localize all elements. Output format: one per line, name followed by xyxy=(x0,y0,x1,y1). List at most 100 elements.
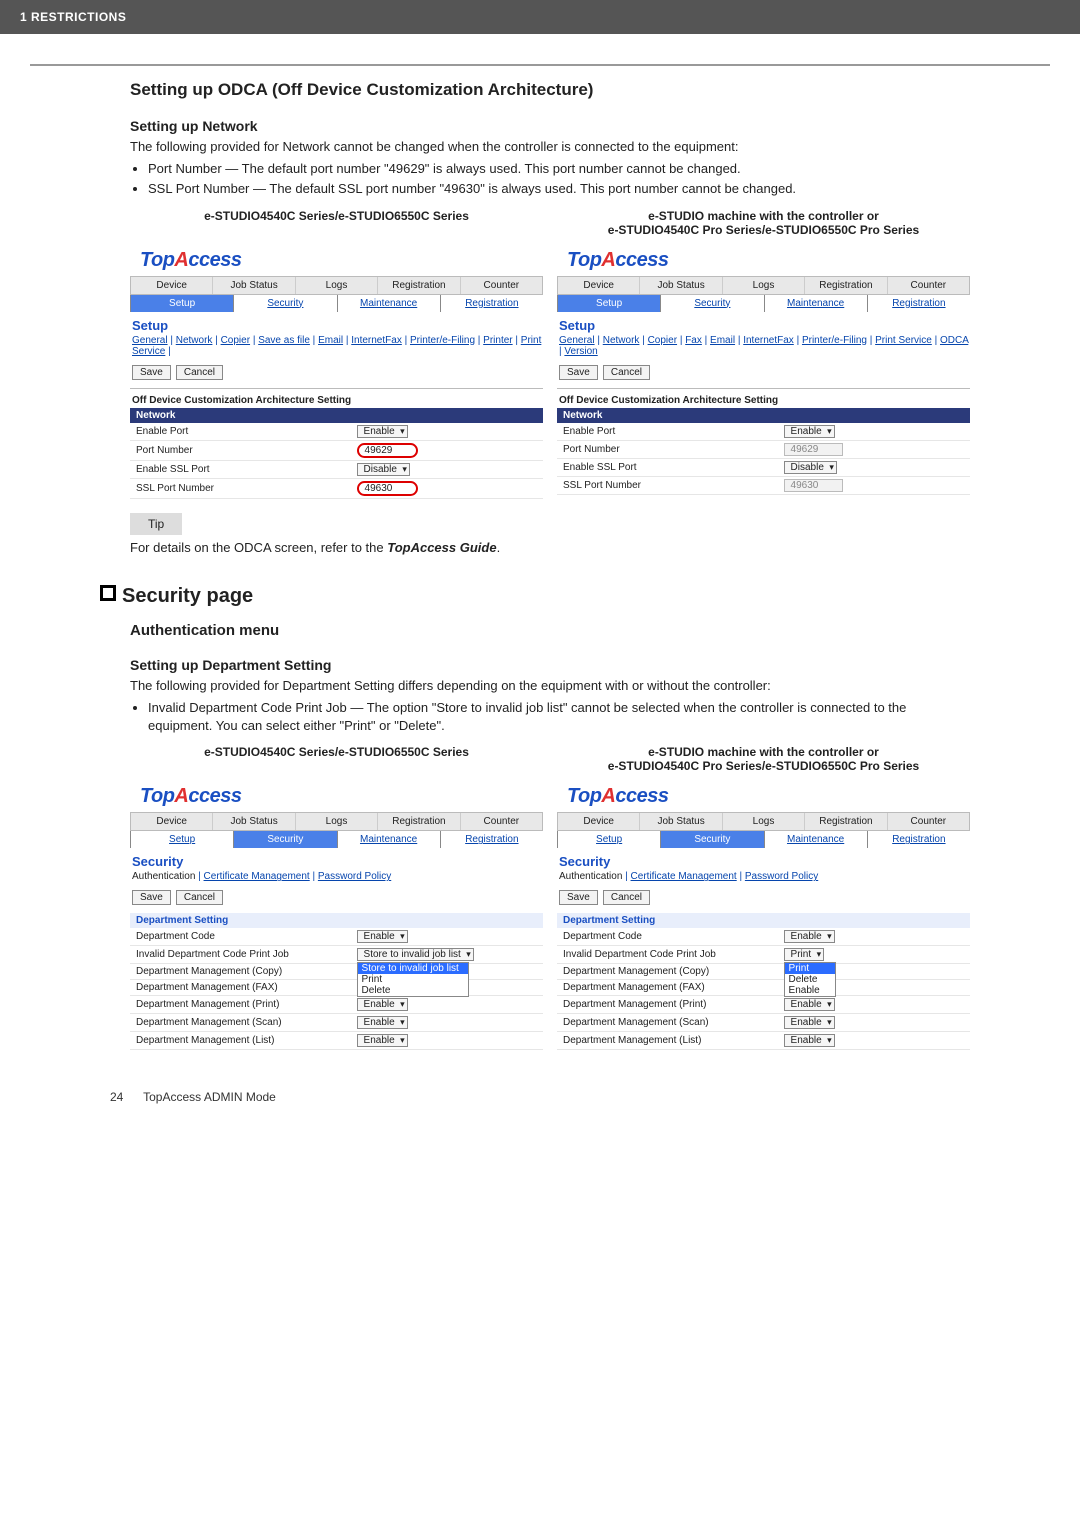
tab-device[interactable]: Device xyxy=(131,813,213,830)
link-fax[interactable]: Fax xyxy=(685,335,702,346)
enable-port-dropdown[interactable]: Enable xyxy=(784,425,835,438)
cancel-button[interactable]: Cancel xyxy=(176,890,223,905)
dept-print-dropdown[interactable]: Enable xyxy=(357,998,408,1011)
link-cert-mgmt[interactable]: Certificate Management xyxy=(631,871,737,882)
subtab-maintenance[interactable]: Maintenance xyxy=(337,295,440,312)
cancel-button[interactable]: Cancel xyxy=(603,890,650,905)
link-copier[interactable]: Copier xyxy=(221,335,250,346)
link-internetfax[interactable]: InternetFax xyxy=(351,335,402,346)
tab-counter[interactable]: Counter xyxy=(461,277,542,294)
link-general[interactable]: General xyxy=(559,335,595,346)
link-cert-mgmt[interactable]: Certificate Management xyxy=(204,871,310,882)
opt-print[interactable]: Print xyxy=(785,963,835,974)
sub-tabs: Setup Security Maintenance Registration xyxy=(557,295,970,312)
enable-port-dropdown[interactable]: Enable xyxy=(357,425,408,438)
link-network[interactable]: Network xyxy=(176,335,213,346)
dept-scan-dropdown[interactable]: Enable xyxy=(784,1016,835,1029)
tab-counter[interactable]: Counter xyxy=(461,813,542,830)
subtab-maintenance[interactable]: Maintenance xyxy=(337,831,440,848)
subtab-setup[interactable]: Setup xyxy=(130,295,233,312)
link-printer[interactable]: Printer xyxy=(483,335,512,346)
row-dept-mgmt-scan: Department Management (Scan) Enable xyxy=(130,1014,543,1032)
topaccess-logo: TopAccess xyxy=(130,245,543,276)
tab-jobstatus[interactable]: Job Status xyxy=(640,813,722,830)
row-dept-mgmt-print: Department Management (Print) Enable xyxy=(557,996,970,1014)
opt-enable[interactable]: Enable xyxy=(785,985,835,996)
link-printservice[interactable]: Print Service xyxy=(875,335,932,346)
tab-registration[interactable]: Registration xyxy=(378,277,460,294)
tab-counter[interactable]: Counter xyxy=(888,813,969,830)
save-button[interactable]: Save xyxy=(559,365,598,380)
link-version[interactable]: Version xyxy=(564,346,597,357)
link-network[interactable]: Network xyxy=(603,335,640,346)
dept-code-dropdown[interactable]: Enable xyxy=(784,930,835,943)
subtab-security[interactable]: Security xyxy=(233,831,336,848)
tab-jobstatus[interactable]: Job Status xyxy=(640,277,722,294)
tab-device[interactable]: Device xyxy=(558,813,640,830)
opt-store[interactable]: Store to invalid job list xyxy=(358,963,468,974)
link-general[interactable]: General xyxy=(132,335,168,346)
subtab-maintenance[interactable]: Maintenance xyxy=(764,295,867,312)
link-password-policy[interactable]: Password Policy xyxy=(318,871,391,882)
subtab-maintenance[interactable]: Maintenance xyxy=(764,831,867,848)
tab-jobstatus[interactable]: Job Status xyxy=(213,813,295,830)
subtab-security[interactable]: Security xyxy=(660,831,763,848)
dept-list-dropdown[interactable]: Enable xyxy=(357,1034,408,1047)
link-password-policy[interactable]: Password Policy xyxy=(745,871,818,882)
dept-setting-heading: Setting up Department Setting xyxy=(130,657,970,673)
subtab-security[interactable]: Security xyxy=(660,295,763,312)
tab-registration[interactable]: Registration xyxy=(378,813,460,830)
enable-ssl-dropdown[interactable]: Disable xyxy=(784,461,837,474)
subtab-setup[interactable]: Setup xyxy=(557,831,660,848)
subtab-setup[interactable]: Setup xyxy=(557,295,660,312)
tab-logs[interactable]: Logs xyxy=(296,813,378,830)
tab-counter[interactable]: Counter xyxy=(888,277,969,294)
network-band: Network xyxy=(130,408,543,423)
row-dept-mgmt-print: Department Management (Print) Enable xyxy=(130,996,543,1014)
subtab-registration[interactable]: Registration xyxy=(440,831,543,848)
opt-print[interactable]: Print xyxy=(358,974,468,985)
save-button[interactable]: Save xyxy=(559,890,598,905)
link-saveasfile[interactable]: Save as file xyxy=(258,335,310,346)
link-email[interactable]: Email xyxy=(318,335,343,346)
dept-print-dropdown[interactable]: Enable xyxy=(784,998,835,1011)
cancel-button[interactable]: Cancel xyxy=(603,365,650,380)
subtab-security[interactable]: Security xyxy=(233,295,336,312)
save-button[interactable]: Save xyxy=(132,890,171,905)
link-printer-efiling[interactable]: Printer/e-Filing xyxy=(802,335,867,346)
tab-logs[interactable]: Logs xyxy=(723,813,805,830)
tab-device[interactable]: Device xyxy=(131,277,213,294)
opt-delete[interactable]: Delete xyxy=(785,974,835,985)
tab-device[interactable]: Device xyxy=(558,277,640,294)
link-printer-efiling[interactable]: Printer/e-Filing xyxy=(410,335,475,346)
divider xyxy=(30,64,1050,66)
link-copier[interactable]: Copier xyxy=(648,335,677,346)
cancel-button[interactable]: Cancel xyxy=(176,365,223,380)
port-number-field[interactable]: 49629 xyxy=(357,443,418,458)
dept-scan-dropdown[interactable]: Enable xyxy=(357,1016,408,1029)
dept-code-dropdown[interactable]: Enable xyxy=(357,930,408,943)
opt-delete[interactable]: Delete xyxy=(358,985,468,996)
buttons-row: Save Cancel xyxy=(130,363,543,388)
subtab-setup[interactable]: Setup xyxy=(130,831,233,848)
save-button[interactable]: Save xyxy=(132,365,171,380)
ssl-port-field[interactable]: 49630 xyxy=(357,481,418,496)
security-links: Authentication | Certificate Management … xyxy=(557,871,970,888)
tab-logs[interactable]: Logs xyxy=(296,277,378,294)
link-odca[interactable]: ODCA xyxy=(940,335,968,346)
subtab-registration[interactable]: Registration xyxy=(867,831,970,848)
link-internetfax[interactable]: InternetFax xyxy=(743,335,794,346)
invalid-dept-dropdown[interactable]: Store to invalid job list xyxy=(357,948,474,961)
tab-jobstatus[interactable]: Job Status xyxy=(213,277,295,294)
enable-ssl-dropdown[interactable]: Disable xyxy=(357,463,410,476)
subtab-registration[interactable]: Registration xyxy=(440,295,543,312)
odca-setting-heading: Off Device Customization Architecture Se… xyxy=(130,388,543,408)
tab-registration[interactable]: Registration xyxy=(805,277,887,294)
link-authentication: Authentication xyxy=(132,871,195,882)
tab-registration[interactable]: Registration xyxy=(805,813,887,830)
tab-logs[interactable]: Logs xyxy=(723,277,805,294)
dept-list-dropdown[interactable]: Enable xyxy=(784,1034,835,1047)
subtab-registration[interactable]: Registration xyxy=(867,295,970,312)
invalid-dept-dropdown[interactable]: Print xyxy=(784,948,825,961)
link-email[interactable]: Email xyxy=(710,335,735,346)
